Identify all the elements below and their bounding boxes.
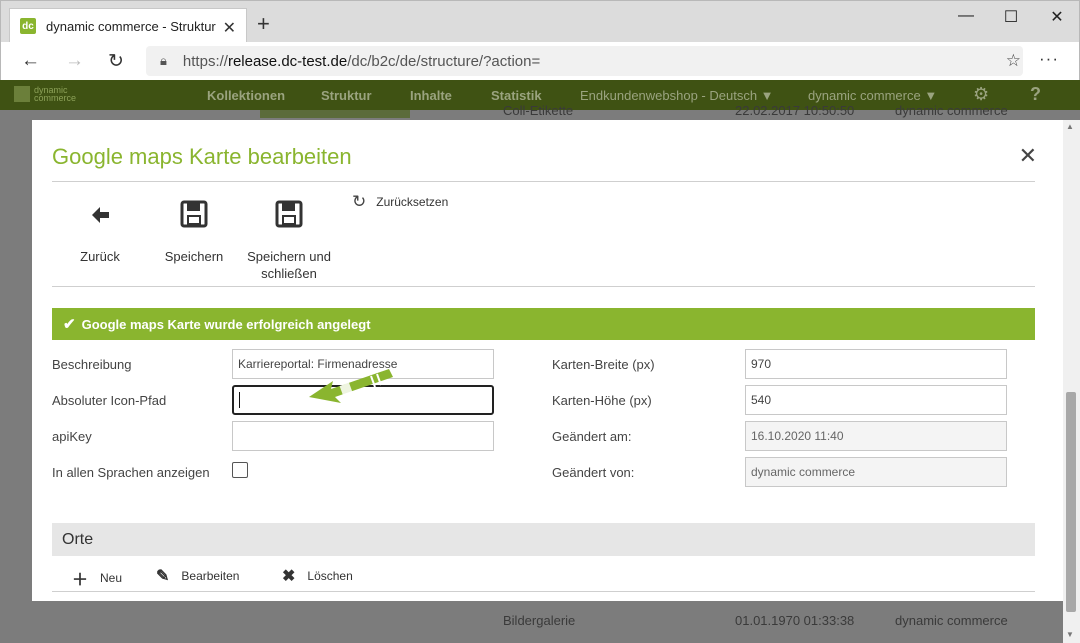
nav-struktur[interactable]: Struktur: [321, 88, 372, 103]
url-bar[interactable]: 🔒︎ https://release.dc-test.de/dc/b2c/de/…: [146, 46, 1023, 76]
beschreibung-label: Beschreibung: [52, 357, 132, 372]
floppy-disk-icon: [245, 200, 333, 230]
bg-row-top-name: Coll-Etikette: [503, 103, 574, 118]
settings-gear-icon[interactable]: ⚙: [973, 84, 989, 105]
delete-button[interactable]: ✖ Löschen: [282, 566, 353, 586]
modal-close-icon[interactable]: ✕: [1019, 143, 1037, 169]
breite-label: Karten-Breite (px): [552, 357, 655, 372]
browser-toolbar: ← → ↻ 🔒︎ https://release.dc-test.de/dc/b…: [0, 42, 1080, 80]
geaendert-von-field: dynamic commerce: [745, 457, 1007, 487]
save-and-close-button[interactable]: Speichern und schließen: [245, 200, 333, 282]
edit-map-modal: Google maps Karte bearbeiten ✕ Zurück Sp…: [32, 120, 1063, 601]
minimize-button[interactable]: —: [943, 7, 989, 25]
bg-row-top-date: 22.02.2017 10:50:50: [735, 103, 855, 118]
bg-row-bottom-user: dynamic commerce: [895, 613, 1008, 628]
sprachen-checkbox[interactable]: [232, 462, 248, 478]
scrollbar-thumb[interactable]: [1066, 392, 1076, 612]
help-icon[interactable]: ?: [1030, 84, 1041, 105]
refresh-icon: ↻: [352, 192, 367, 211]
pointer-arrow-icon: [309, 369, 393, 403]
pencil-icon: ✎: [156, 568, 170, 585]
logo-mark-icon: [14, 86, 30, 102]
divider: [52, 591, 1035, 592]
tab-close-icon[interactable]: ✕: [223, 18, 236, 38]
favorite-star-icon[interactable]: ☆: [1006, 51, 1021, 71]
apikey-label: apiKey: [52, 429, 92, 444]
divider: [52, 286, 1035, 287]
edit-button[interactable]: ✎ Bearbeiten: [156, 566, 239, 586]
reload-icon[interactable]: ↻: [108, 50, 124, 73]
company-select[interactable]: dynamic commerce ▼: [808, 88, 937, 103]
nav-inhalte[interactable]: Inhalte: [410, 88, 452, 103]
forward-nav-icon[interactable]: →: [65, 50, 84, 72]
modal-title: Google maps Karte bearbeiten: [52, 144, 352, 169]
geaendert-am-field: 16.10.2020 11:40: [745, 421, 1007, 451]
text-caret: [239, 392, 240, 408]
bg-row-top-user: dynamic commerce: [895, 103, 1008, 118]
window-close-button[interactable]: ✕: [1034, 7, 1080, 27]
success-alert: ✔ Google maps Karte wurde erfolgreich an…: [52, 308, 1035, 340]
new-tab-button[interactable]: +: [257, 11, 270, 37]
icon-pfad-label: Absoluter Icon-Pfad: [52, 393, 167, 408]
lock-icon: 🔒︎: [160, 53, 167, 68]
reset-button[interactable]: ↻ Zurücksetzen: [352, 192, 448, 212]
shop-select-label: Endkundenwebshop - Deutsch: [580, 88, 758, 103]
geaendert-am-value: 16.10.2020 11:40: [751, 429, 844, 443]
plus-icon: ＋: [72, 572, 89, 589]
new-label: Neu: [100, 571, 123, 585]
shop-select[interactable]: Endkundenwebshop - Deutsch ▼: [580, 88, 774, 103]
save-close-label-2: schließen: [261, 266, 317, 281]
back-nav-icon[interactable]: ←: [21, 50, 40, 72]
save-close-label-1: Speichern und: [247, 249, 331, 264]
hoehe-value: 540: [751, 393, 772, 407]
hoehe-label: Karten-Höhe (px): [552, 393, 652, 408]
save-label: Speichern: [164, 249, 224, 264]
x-icon: ✖: [282, 568, 296, 585]
orte-section-header: Orte: [52, 523, 1035, 556]
apikey-input[interactable]: [232, 421, 494, 451]
scroll-down-icon[interactable]: ▼: [1066, 630, 1074, 639]
sprachen-label: In allen Sprachen anzeigen: [52, 465, 210, 480]
back-label: Zurück: [80, 249, 120, 264]
hoehe-input[interactable]: 540: [745, 385, 1007, 415]
maximize-button[interactable]: ☐: [988, 7, 1034, 27]
favicon-icon: dc: [20, 18, 36, 34]
geaendert-von-value: dynamic commerce: [751, 465, 856, 479]
new-button[interactable]: ＋ Neu: [72, 566, 122, 590]
divider: [52, 181, 1035, 182]
url-host: release.dc-test.de: [227, 52, 348, 70]
app-logo: dynamic commerce: [14, 86, 77, 103]
url-prefix: https://: [182, 52, 228, 70]
breite-input[interactable]: 970: [745, 349, 1007, 379]
floppy-disk-icon: [160, 200, 228, 230]
save-button[interactable]: Speichern: [160, 200, 228, 265]
tab-title: dynamic commerce - Struktur: [46, 18, 216, 34]
arrow-left-icon: [70, 200, 130, 230]
geaendert-am-label: Geändert am:: [552, 429, 632, 444]
checkmark-icon: ✔: [63, 316, 76, 333]
active-nav-indicator: [260, 110, 410, 118]
browser-tab[interactable]: dc dynamic commerce - Struktur ✕: [9, 8, 247, 43]
logo-text-2: commerce: [34, 93, 77, 103]
url-path: /dc/b2c/de/structure/?action=: [347, 52, 541, 70]
back-button[interactable]: Zurück: [70, 200, 130, 265]
page-scrollbar[interactable]: ▲ ▼: [1063, 120, 1080, 643]
bg-row-bottom-date: 01.01.1970 01:33:38: [735, 613, 855, 628]
bg-row-bottom-name: Bildergalerie: [503, 613, 576, 628]
nav-statistik[interactable]: Statistik: [491, 88, 542, 103]
geaendert-von-label: Geändert von:: [552, 465, 635, 480]
reset-label: Zurücksetzen: [376, 195, 449, 209]
edit-label: Bearbeiten: [181, 569, 240, 583]
success-message: Google maps Karte wurde erfolgreich ange…: [81, 316, 371, 332]
delete-label: Löschen: [307, 569, 353, 583]
browser-tab-bar: dc dynamic commerce - Struktur ✕ + — ☐ ✕: [0, 0, 1080, 43]
nav-kollektionen[interactable]: Kollektionen: [207, 88, 285, 103]
breite-value: 970: [751, 357, 772, 371]
more-menu-icon[interactable]: ···: [1039, 49, 1059, 69]
scroll-up-icon[interactable]: ▲: [1066, 122, 1074, 131]
company-select-label: dynamic commerce: [808, 88, 921, 103]
orte-title: Orte: [62, 530, 94, 548]
